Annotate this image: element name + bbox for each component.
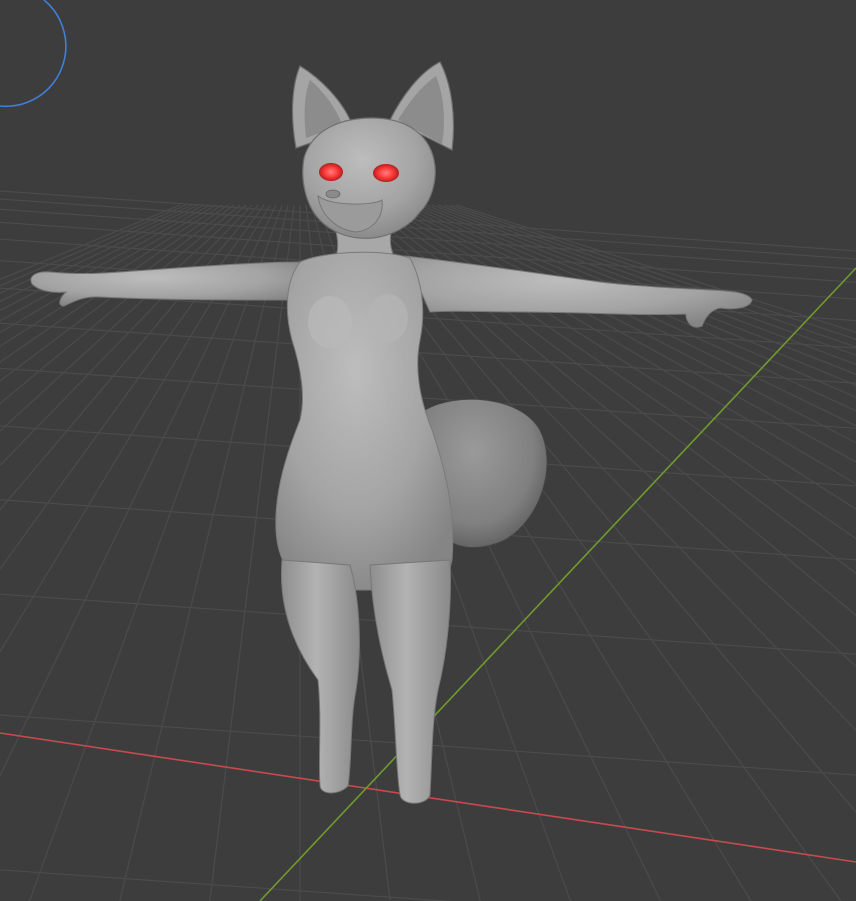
left-eye — [319, 163, 343, 181]
right-eye — [373, 164, 399, 182]
viewport-canvas[interactable] — [0, 0, 856, 901]
chest-left — [308, 296, 352, 348]
3d-viewport[interactable] — [0, 0, 856, 901]
chest-right — [368, 294, 408, 342]
nose — [325, 189, 341, 199]
